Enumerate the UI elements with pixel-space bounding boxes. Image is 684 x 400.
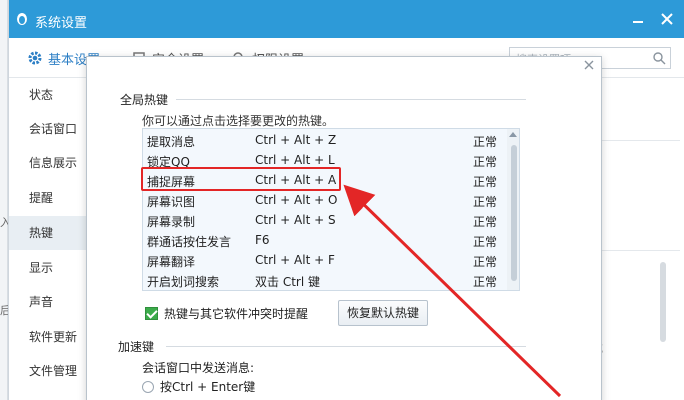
sidebar-item-software-update[interactable]: 软件更新 [9,320,87,354]
hotkey-status: 正常 [473,235,498,249]
background-scrollbar[interactable] [660,262,666,342]
hotkey-name: 提取消息 [147,135,196,149]
hotkey-keys: F6 [255,233,270,247]
sidebar-item-info-display[interactable]: 信息展示 [9,146,87,180]
table-row[interactable]: 屏幕翻译 Ctrl + Alt + F 正常 [143,250,507,270]
sidebar-item-file-management[interactable]: 文件管理 [9,354,87,388]
left-window-edge: 入 后 [0,0,8,400]
hotkey-hint: 你可以通过点击选择要更改的热键。 [142,114,335,128]
close-icon[interactable] [657,8,677,30]
hotkey-status: 正常 [473,215,498,229]
conflict-reminder-checkbox[interactable]: 热键与其它软件冲突时提醒 [145,305,308,322]
conflict-reminder-label: 热键与其它软件冲突时提醒 [164,307,309,321]
minimize-button[interactable] [628,8,648,30]
sidebar-item-display[interactable]: 显示 [9,251,87,285]
table-row[interactable]: 提取消息 Ctrl + Alt + Z 正常 [143,130,507,150]
ctrl-enter-radio[interactable]: 按Ctrl + Enter键 [142,378,255,395]
background-divider [600,140,680,141]
accelerator-keys-title: 加速键 [118,340,155,354]
scroll-up-arrow-icon[interactable] [509,132,517,137]
hotkey-status: 正常 [473,175,498,189]
table-row-capture-screen[interactable]: 捕捉屏幕 Ctrl + Alt + A 正常 [143,170,507,190]
title-bar: 系统设置 [9,0,684,38]
restore-default-hotkeys-button[interactable]: 恢复默认热键 [338,300,428,326]
hotkey-keys: 双击 Ctrl 键 [255,275,320,289]
table-row[interactable]: 屏幕识图 Ctrl + Alt + O 正常 [143,190,507,210]
section-divider [176,99,526,100]
hotkey-status: 正常 [473,255,498,269]
hotkey-table: 提取消息 Ctrl + Alt + Z 正常 锁定QQ Ctrl + Alt +… [142,128,520,291]
send-message-label: 会话窗口中发送消息: [142,361,255,375]
hotkey-name: 锁定QQ [147,155,190,169]
hotkey-keys: Ctrl + Alt + S [255,213,336,227]
section-divider [166,346,526,347]
left-edge-char-1: 入 [0,216,8,229]
settings-sidebar: 状态 会话窗口 信息展示 提醒 热键 显示 声音 软件更新 文件管理 [9,78,87,400]
table-row[interactable]: 锁定QQ Ctrl + Alt + L 正常 [143,150,507,170]
hotkey-keys: Ctrl + Alt + O [255,193,338,207]
table-row[interactable]: 屏幕录制 Ctrl + Alt + S 正常 [143,210,507,230]
table-row[interactable]: 开启划词搜索 双击 Ctrl 键 正常 [143,270,507,290]
hotkey-keys: Ctrl + Alt + Z [255,133,337,147]
hotkey-keys: Ctrl + Alt + F [255,253,335,267]
hotkey-name: 群通话按住发言 [147,235,232,249]
sidebar-item-status[interactable]: 状态 [9,78,87,112]
hotkey-name: 屏幕录制 [147,215,196,229]
hotkey-name: 屏幕识图 [147,195,196,209]
radio-button-icon[interactable] [142,380,154,393]
sidebar-item-chat-window[interactable]: 会话窗口 [9,112,87,146]
hotkey-keys: Ctrl + Alt + L [255,153,335,167]
hotkey-table-scrollbar[interactable] [511,145,517,281]
hotkey-status: 正常 [473,135,498,149]
hotkey-status: 正常 [473,275,498,289]
dialog-close-icon[interactable] [582,58,596,72]
sidebar-item-hotkeys[interactable]: 热键 [9,216,87,250]
hotkey-keys: Ctrl + Alt + A [255,173,337,187]
gear-icon [28,51,42,65]
hotkey-status: 正常 [473,195,498,209]
sidebar-item-reminder[interactable]: 提醒 [9,181,87,215]
table-row[interactable]: 群通话按住发言 F6 正常 [143,230,507,250]
search-icon[interactable] [652,51,666,65]
background-divider [600,250,680,251]
hotkey-name: 捕捉屏幕 [147,175,196,189]
hotkey-name: 屏幕翻译 [147,255,196,269]
ctrl-enter-label: 按Ctrl + Enter键 [160,380,256,394]
hotkey-name: 开启划词搜索 [147,275,220,289]
left-edge-char-2: 后 [0,304,8,317]
sidebar-item-sound[interactable]: 声音 [9,285,87,319]
qq-penguin-icon [17,13,27,25]
hotkey-status: 正常 [473,155,498,169]
global-hotkeys-title: 全局热键 [120,93,169,107]
window-title: 系统设置 [35,16,88,31]
checked-checkbox-icon[interactable] [145,307,158,320]
